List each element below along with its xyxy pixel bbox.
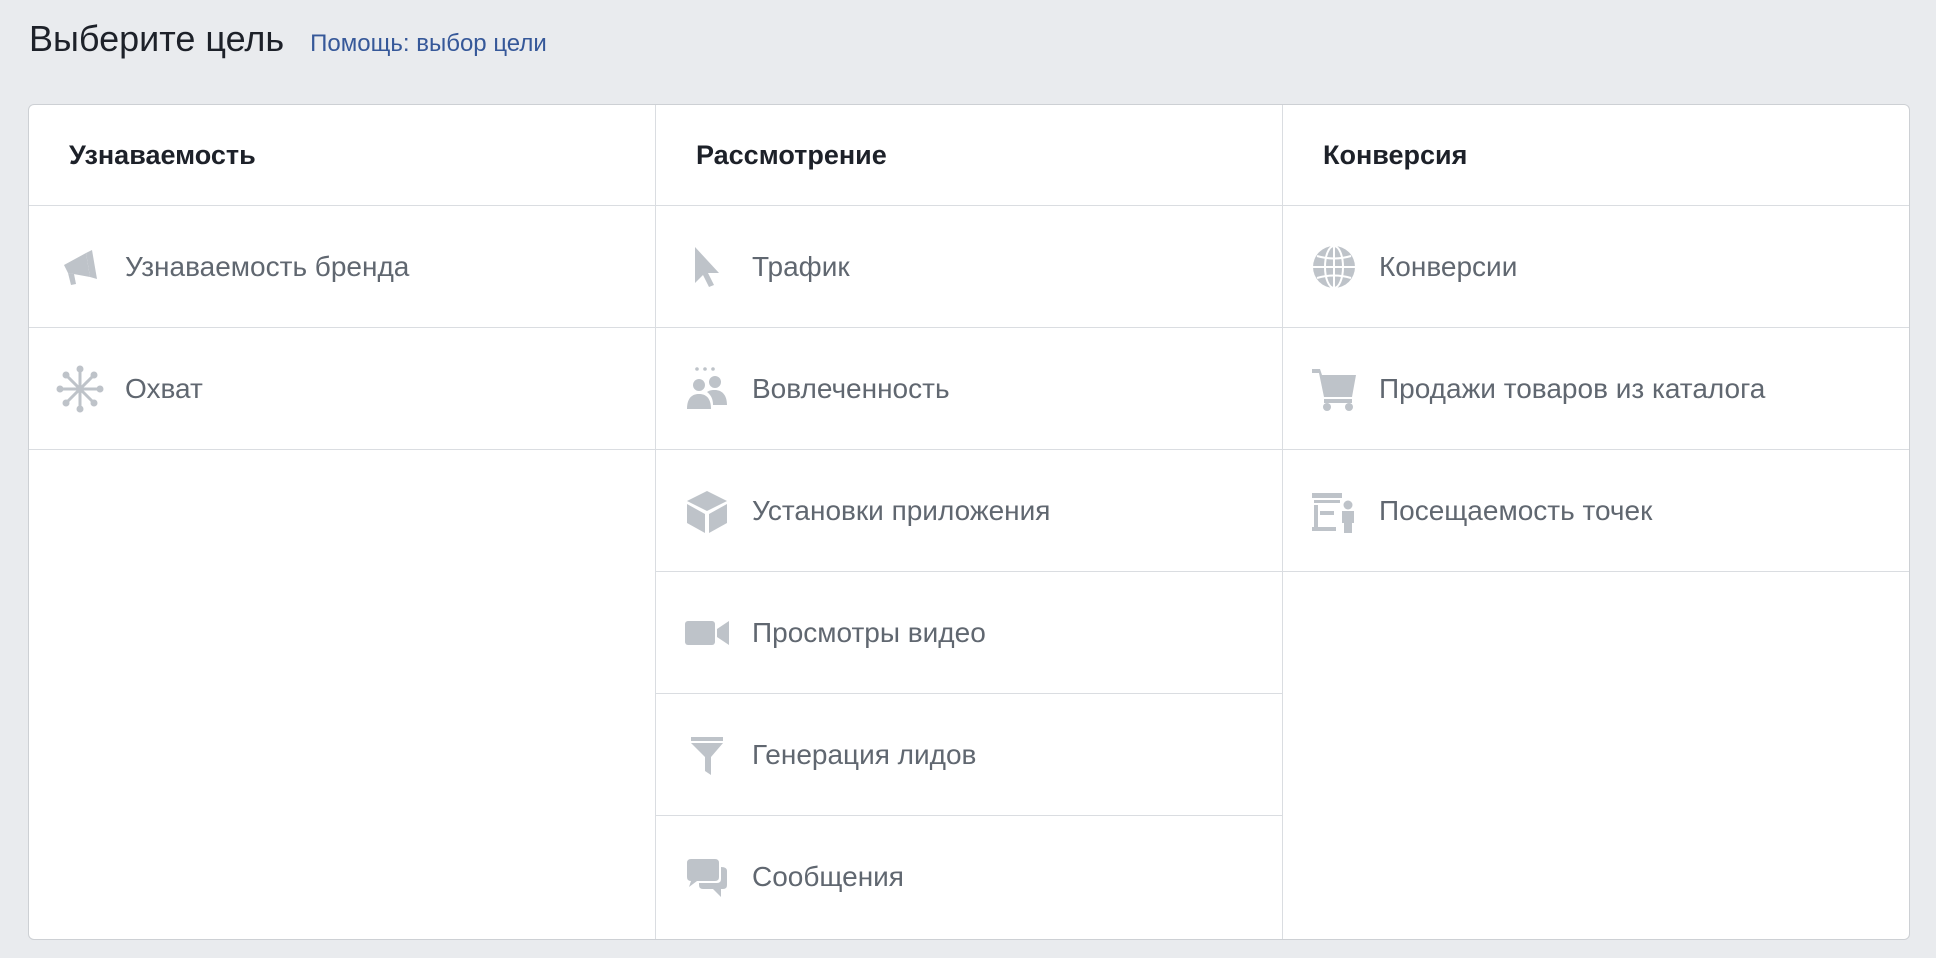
box-icon xyxy=(682,486,732,536)
objective-label: Продажи товаров из каталога xyxy=(1379,372,1766,404)
column-consideration: Рассмотрение Трафик Вовлеченность Устано… xyxy=(656,105,1283,939)
objective-messages[interactable]: Сообщения xyxy=(656,816,1282,938)
column-title: Узнаваемость xyxy=(29,105,655,206)
megaphone-icon xyxy=(55,242,105,292)
funnel-icon xyxy=(682,730,732,780)
objective-label: Установки приложения xyxy=(752,494,1051,526)
objective-engagement[interactable]: Вовлеченность xyxy=(656,328,1282,450)
objective-card: Узнаваемость Узнаваемость бренда Охват Р… xyxy=(28,104,1910,940)
shopping-cart-icon xyxy=(1309,364,1359,414)
objective-brand-awareness[interactable]: Узнаваемость бренда xyxy=(29,206,655,328)
page-title: Выберите цель xyxy=(29,18,285,59)
objective-video-views[interactable]: Просмотры видео xyxy=(656,572,1282,694)
objective-catalog-sales[interactable]: Продажи товаров из каталога xyxy=(1283,328,1909,450)
help-link[interactable]: Помощь: выбор цели xyxy=(310,30,547,58)
objective-label: Посещаемость точек xyxy=(1379,494,1653,526)
globe-icon xyxy=(1309,242,1359,292)
column-title: Рассмотрение xyxy=(656,105,1282,206)
objective-traffic[interactable]: Трафик xyxy=(656,206,1282,328)
reach-icon xyxy=(55,364,105,414)
objective-app-installs[interactable]: Установки приложения xyxy=(656,450,1282,572)
objective-label: Конверсии xyxy=(1379,250,1518,282)
page-header: Выберите цель Помощь: выбор цели xyxy=(29,18,547,60)
video-camera-icon xyxy=(682,608,732,658)
objective-store-visits[interactable]: Посещаемость точек xyxy=(1283,450,1909,572)
objective-lead-generation[interactable]: Генерация лидов xyxy=(656,694,1282,816)
objective-label: Узнаваемость бренда xyxy=(125,250,410,282)
objective-label: Охват xyxy=(125,372,203,404)
objective-label: Трафик xyxy=(752,250,850,282)
people-icon xyxy=(682,364,732,414)
objective-label: Просмотры видео xyxy=(752,616,986,648)
objective-reach[interactable]: Охват xyxy=(29,328,655,450)
store-visits-icon xyxy=(1309,486,1359,536)
column-awareness: Узнаваемость Узнаваемость бренда Охват xyxy=(29,105,656,939)
chat-bubbles-icon xyxy=(682,852,732,902)
column-title: Конверсия xyxy=(1283,105,1909,206)
column-conversion: Конверсия Конверсии Продажи товаров из к… xyxy=(1283,105,1909,939)
objective-label: Сообщения xyxy=(752,861,904,892)
objective-label: Вовлеченность xyxy=(752,372,950,404)
objective-conversions[interactable]: Конверсии xyxy=(1283,206,1909,328)
cursor-icon xyxy=(682,242,732,292)
objective-label: Генерация лидов xyxy=(752,738,977,770)
